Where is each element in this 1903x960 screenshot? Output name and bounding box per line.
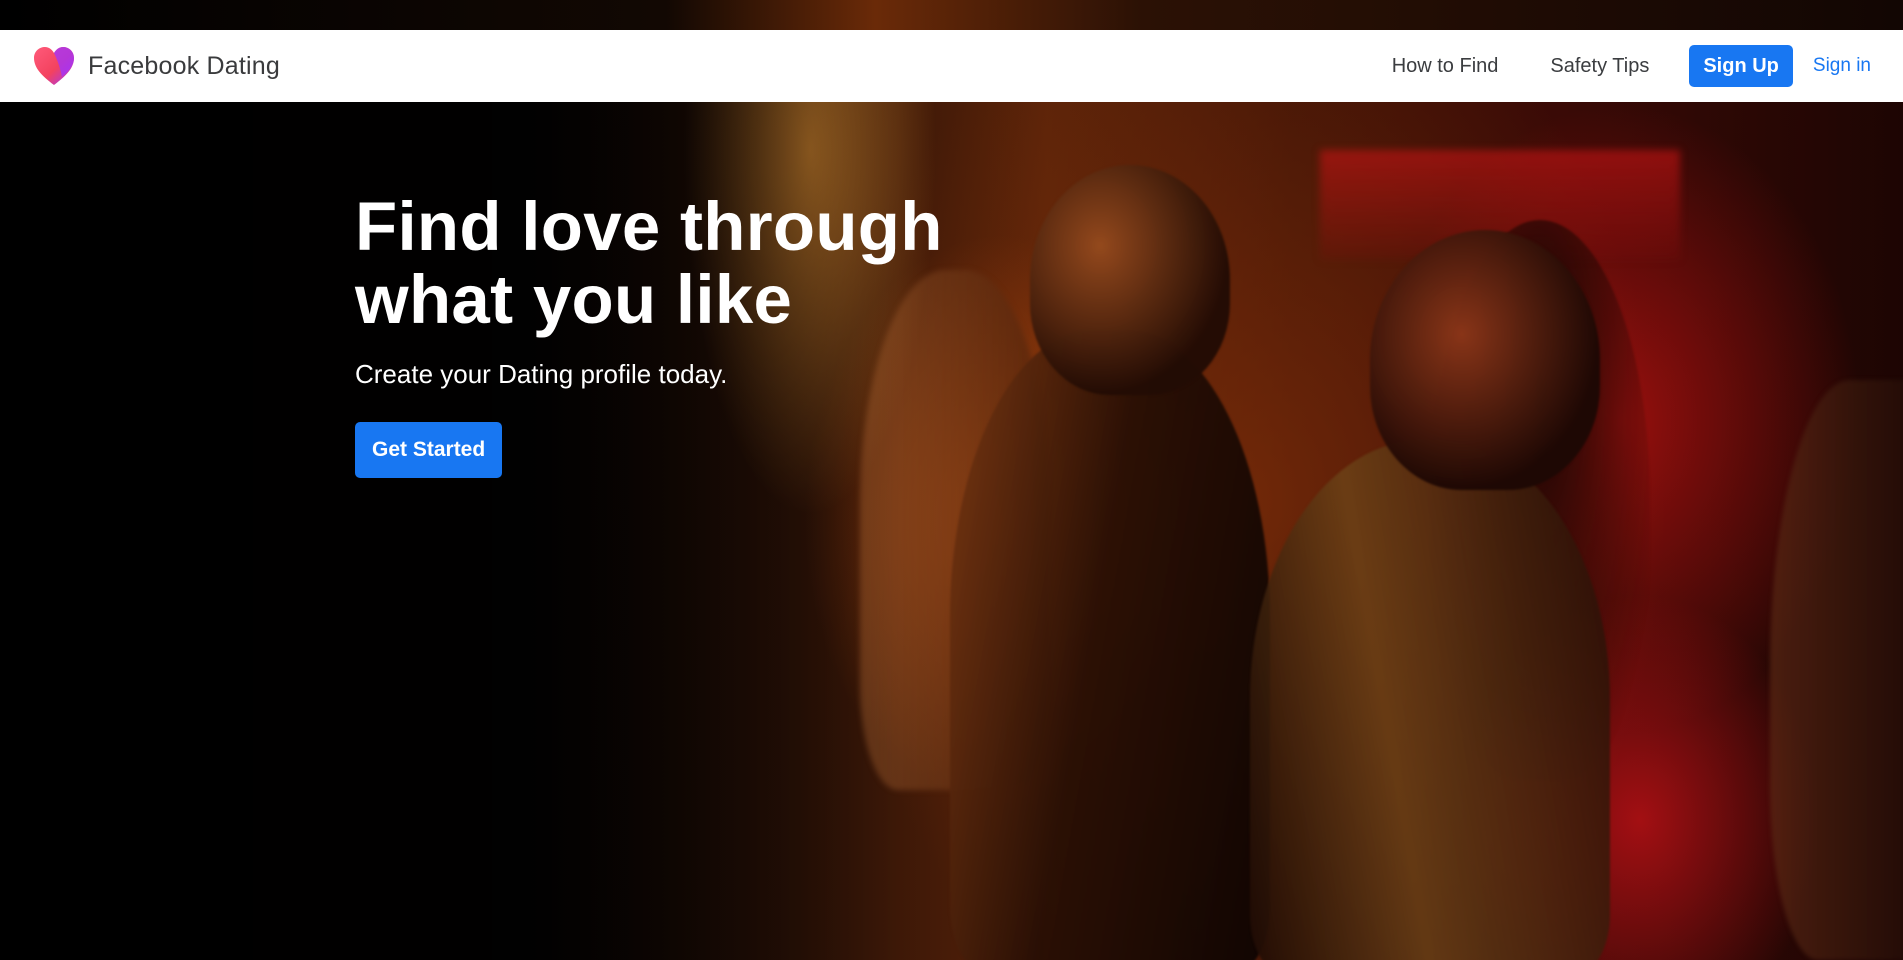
hero-title-line-2: what you like bbox=[355, 261, 793, 338]
nav-link-safety-tips[interactable]: Safety Tips bbox=[1550, 55, 1649, 78]
sign-up-button[interactable]: Sign Up bbox=[1689, 45, 1793, 87]
page: Facebook Dating How to Find Safety Tips … bbox=[0, 0, 1903, 960]
hero-title-line-1: Find love through bbox=[355, 188, 943, 265]
right-edge-person bbox=[1770, 380, 1903, 960]
brand-name: Facebook Dating bbox=[88, 51, 281, 80]
nav-links: How to Find Safety Tips Sign Up Sign in bbox=[1340, 45, 1871, 87]
top-navbar: Facebook Dating How to Find Safety Tips … bbox=[0, 30, 1903, 102]
hero-background-image bbox=[0, 0, 1903, 960]
heart-icon bbox=[34, 47, 74, 85]
get-started-button[interactable]: Get Started bbox=[355, 422, 503, 478]
man-head bbox=[1030, 165, 1230, 395]
nav-link-how-to-find[interactable]: How to Find bbox=[1392, 55, 1499, 78]
hero-section: Find love through what you like Create y… bbox=[355, 190, 1055, 478]
hero-title: Find love through what you like bbox=[355, 190, 1055, 336]
woman-silhouette bbox=[1250, 440, 1610, 960]
sign-in-link[interactable]: Sign in bbox=[1813, 55, 1871, 77]
hero-dark-overlay bbox=[0, 0, 900, 960]
woman-head bbox=[1370, 230, 1600, 490]
brand-home-link[interactable]: Facebook Dating bbox=[32, 45, 280, 87]
hero-subtitle: Create your Dating profile today. bbox=[355, 359, 728, 389]
top-image-strip bbox=[0, 0, 1903, 30]
